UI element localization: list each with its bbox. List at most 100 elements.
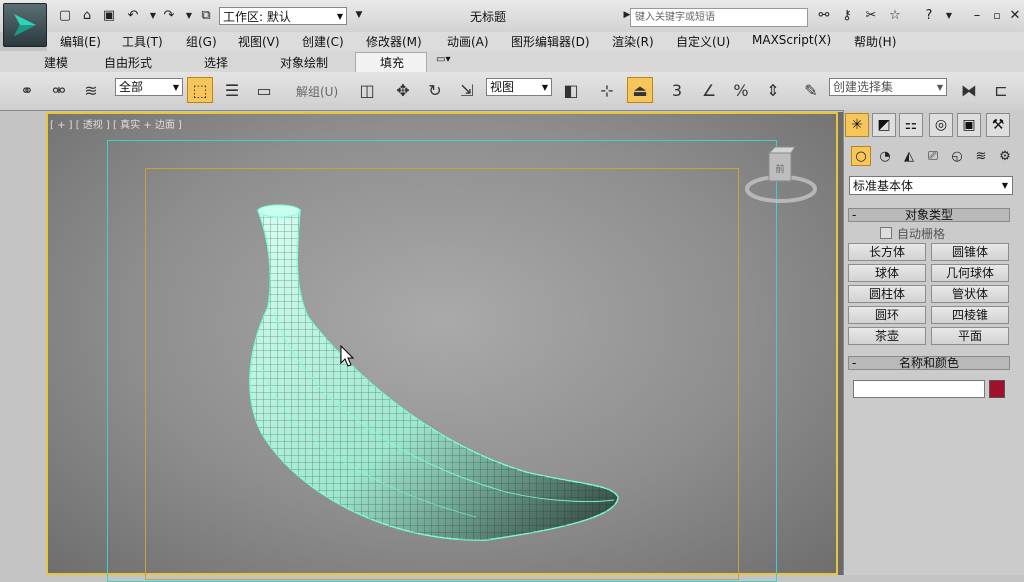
- named-selection-select[interactable]: 创建选择集 ▼: [829, 78, 947, 96]
- object-color-swatch[interactable]: [989, 380, 1005, 398]
- select-by-name-icon[interactable]: ☰: [219, 77, 245, 103]
- binoculars-icon[interactable]: ⚯: [815, 6, 833, 24]
- app-logo-button[interactable]: [3, 3, 47, 47]
- lights-category-icon[interactable]: ◭: [899, 146, 919, 166]
- menu-maxscript[interactable]: MAXScript(X): [752, 33, 831, 47]
- banana-body: [249, 204, 619, 541]
- project-folder-icon[interactable]: ⧉: [197, 6, 215, 24]
- object-name-input[interactable]: [853, 380, 985, 398]
- keyboard-shortcut-override-icon[interactable]: ⏏: [627, 77, 653, 103]
- tab-populate[interactable]: 填充: [380, 54, 404, 71]
- display-tab-icon[interactable]: ▣: [957, 113, 981, 137]
- menu-help[interactable]: 帮助(H): [854, 33, 896, 50]
- unlink-selection-icon[interactable]: ⚮: [46, 77, 72, 103]
- select-and-link-icon[interactable]: ⚭: [14, 77, 40, 103]
- tab-selection[interactable]: 选择: [204, 54, 228, 71]
- new-file-icon[interactable]: ▢: [56, 6, 74, 24]
- minimize-window-icon[interactable]: –: [968, 6, 986, 24]
- geosphere-button[interactable]: 几何球体: [931, 264, 1009, 282]
- autogrid-label: 自动栅格: [897, 227, 946, 241]
- save-file-icon[interactable]: ▣: [100, 6, 118, 24]
- chevron-down-icon: ▼: [936, 83, 943, 92]
- quick-access-dropdown-icon[interactable]: ▼: [350, 6, 368, 24]
- ribbon-options-icon[interactable]: ▭▾: [436, 54, 450, 65]
- geometry-category-icon[interactable]: ○: [851, 146, 871, 166]
- box-button[interactable]: 长方体: [848, 243, 926, 261]
- select-and-move-icon[interactable]: ✥: [390, 77, 416, 103]
- select-object-icon[interactable]: ⬚: [187, 77, 213, 103]
- angle-snap-icon[interactable]: ∠: [696, 77, 722, 103]
- key-icon[interactable]: ⚷: [838, 6, 856, 24]
- utilities-tab-icon[interactable]: ⚒: [986, 113, 1010, 137]
- workspace-select[interactable]: 工作区: 默认 ▼: [219, 7, 347, 25]
- undo-icon[interactable]: ↶: [124, 6, 142, 24]
- systems-category-icon[interactable]: ⚙: [995, 146, 1015, 166]
- close-window-icon[interactable]: ✕: [1006, 6, 1024, 24]
- redo-icon[interactable]: ↷: [160, 6, 178, 24]
- snaps-toggle-icon[interactable]: 3: [664, 77, 690, 103]
- selection-filter-select[interactable]: 全部 ▼: [115, 78, 183, 96]
- select-and-rotate-icon[interactable]: ↻: [422, 77, 448, 103]
- teapot-button[interactable]: 茶壶: [848, 327, 926, 345]
- menu-customize[interactable]: 自定义(U): [676, 33, 730, 50]
- help-icon[interactable]: ?: [920, 6, 938, 24]
- motion-tab-icon[interactable]: ◎: [929, 113, 953, 137]
- favorites-star-icon[interactable]: ☆: [886, 6, 904, 24]
- reference-coordinate-select[interactable]: 视图 ▼: [486, 78, 552, 96]
- tube-button[interactable]: 管状体: [931, 285, 1009, 303]
- sphere-button[interactable]: 球体: [848, 264, 926, 282]
- object-type-dropdown[interactable]: 标准基本体 ▼: [849, 176, 1013, 195]
- select-and-manipulate-icon[interactable]: ⊹: [594, 77, 620, 103]
- hierarchy-tab-icon[interactable]: ⚏: [899, 113, 923, 137]
- viewcube-face-label: 前: [775, 163, 784, 175]
- object-type-rollout-header[interactable]: - 对象类型: [848, 208, 1010, 222]
- menu-graph-editors[interactable]: 图形编辑器(D): [511, 33, 590, 50]
- menu-group[interactable]: 组(G): [186, 33, 217, 50]
- reference-coordinate-value: 视图: [490, 80, 515, 94]
- collapse-icon: -: [852, 208, 857, 222]
- open-file-icon[interactable]: ⌂: [78, 6, 96, 24]
- torus-button[interactable]: 圆环: [848, 306, 926, 324]
- helpers-category-icon[interactable]: ◵: [947, 146, 967, 166]
- align-icon[interactable]: ⊏: [988, 77, 1014, 103]
- menu-create[interactable]: 创建(C): [302, 33, 344, 50]
- cameras-category-icon[interactable]: ⎚: [923, 146, 943, 166]
- menu-tools[interactable]: 工具(T): [122, 33, 163, 50]
- window-crossing-icon[interactable]: ◫: [354, 77, 380, 103]
- select-and-scale-icon[interactable]: ⇲: [454, 77, 480, 103]
- space-warps-category-icon[interactable]: ≋: [971, 146, 991, 166]
- tab-object-paint[interactable]: 对象绘制: [280, 54, 328, 71]
- bind-to-space-warp-icon[interactable]: ≋: [78, 77, 104, 103]
- restore-window-icon[interactable]: ▫: [988, 6, 1006, 24]
- mirror-icon[interactable]: ⧓: [956, 77, 982, 103]
- menu-rendering[interactable]: 渲染(R): [612, 33, 654, 50]
- menu-edit[interactable]: 编辑(E): [60, 33, 101, 50]
- menu-views[interactable]: 视图(V): [238, 33, 280, 50]
- menu-animation[interactable]: 动画(A): [447, 33, 489, 50]
- pivot-center-icon[interactable]: ◧: [558, 77, 584, 103]
- tab-modeling[interactable]: 建模: [44, 54, 68, 71]
- ungroup-label[interactable]: 解组(U): [296, 83, 338, 100]
- cylinder-button[interactable]: 圆柱体: [848, 285, 926, 303]
- plane-button[interactable]: 平面: [931, 327, 1009, 345]
- percent-snap-icon[interactable]: %: [728, 77, 754, 103]
- menu-modifiers[interactable]: 修改器(M): [366, 33, 422, 50]
- redo-dropdown-icon[interactable]: ▼: [180, 6, 198, 24]
- help-dropdown-icon[interactable]: ▼: [940, 6, 958, 24]
- tab-freeform[interactable]: 自由形式: [104, 54, 152, 71]
- edit-named-selection-icon[interactable]: ✎: [798, 77, 824, 103]
- autogrid-checkbox[interactable]: 自动栅格: [880, 225, 945, 242]
- search-input[interactable]: 键入关键字或短语: [630, 8, 808, 27]
- modify-tab-icon[interactable]: ◩: [872, 113, 896, 137]
- shapes-category-icon[interactable]: ◔: [875, 146, 895, 166]
- rectangular-selection-icon[interactable]: ▭: [251, 77, 277, 103]
- communication-icon[interactable]: ✂: [862, 6, 880, 24]
- viewcube-navigator[interactable]: 前: [745, 145, 817, 205]
- banana-wireframe-model[interactable]: [46, 112, 838, 575]
- spinner-snap-icon[interactable]: ⇕: [760, 77, 786, 103]
- name-and-color-rollout-header[interactable]: - 名称和颜色: [848, 356, 1010, 370]
- pyramid-button[interactable]: 四棱锥: [931, 306, 1009, 324]
- cone-button[interactable]: 圆锥体: [931, 243, 1009, 261]
- ribbon-tabs: [0, 51, 1024, 73]
- create-tab-icon[interactable]: ✳: [845, 113, 869, 137]
